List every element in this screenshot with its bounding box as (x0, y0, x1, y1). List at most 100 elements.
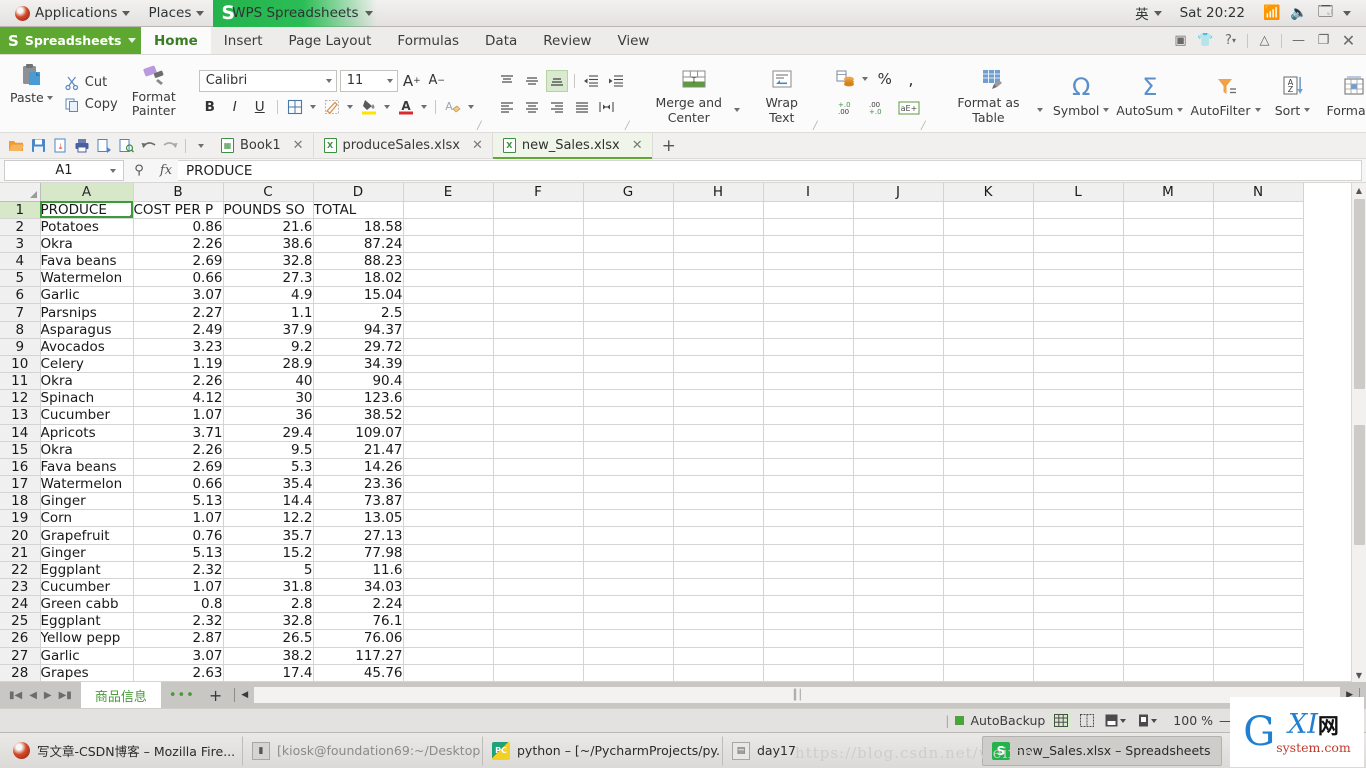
more-number-formats-button[interactable]: aE+ (896, 97, 922, 119)
cell-C3[interactable]: 38.6 (223, 235, 314, 253)
cell-F18[interactable] (493, 492, 584, 511)
doc-tab-new-sales[interactable]: X new_Sales.xlsx ✕ (492, 132, 653, 159)
cell-H27[interactable] (673, 647, 764, 665)
cell-D8[interactable]: 94.37 (313, 321, 404, 339)
cell-K27[interactable] (943, 647, 1034, 665)
cell-I3[interactable] (763, 235, 854, 253)
cell-B22[interactable]: 2.32 (133, 561, 224, 579)
cell-M22[interactable] (1123, 561, 1214, 579)
print-preview-icon[interactable] (94, 136, 114, 156)
cell-I22[interactable] (763, 561, 854, 579)
cell-M21[interactable] (1123, 544, 1214, 562)
cell-A2[interactable]: Potatoes (40, 218, 134, 236)
cell-K9[interactable] (943, 338, 1034, 356)
row-header-3[interactable]: 3 (0, 235, 41, 253)
cell-C12[interactable]: 30 (223, 389, 314, 408)
close-icon[interactable]: ✕ (632, 138, 643, 153)
cell-H24[interactable] (673, 595, 764, 614)
cell-H12[interactable] (673, 389, 764, 408)
cell-J16[interactable] (853, 458, 944, 477)
cell-G10[interactable] (583, 355, 674, 374)
cell-B20[interactable]: 0.76 (133, 526, 224, 545)
cell-H22[interactable] (673, 561, 764, 579)
col-header-E[interactable]: E (403, 183, 494, 202)
cell-H8[interactable] (673, 321, 764, 339)
row-header-24[interactable]: 24 (0, 595, 41, 614)
cell-G25[interactable] (583, 612, 674, 631)
cell-J24[interactable] (853, 595, 944, 614)
row-header-11[interactable]: 11 (0, 372, 41, 391)
cell-J15[interactable] (853, 441, 944, 459)
align-center-button[interactable] (521, 96, 543, 118)
cell-B25[interactable]: 2.32 (133, 612, 224, 631)
zoom-out-button[interactable]: — (1219, 713, 1232, 728)
cell-H11[interactable] (673, 372, 764, 391)
cell-M26[interactable] (1123, 629, 1214, 648)
cell-I25[interactable] (763, 612, 854, 631)
cell-E8[interactable] (403, 321, 494, 339)
cell-N13[interactable] (1213, 406, 1304, 425)
cell-E23[interactable] (403, 578, 494, 597)
cell-G14[interactable] (583, 424, 674, 442)
cell-H26[interactable] (673, 629, 764, 648)
cell-I18[interactable] (763, 492, 854, 511)
cell-B10[interactable]: 1.19 (133, 355, 224, 374)
cell-N6[interactable] (1213, 286, 1304, 305)
cell-E26[interactable] (403, 629, 494, 648)
cell-E16[interactable] (403, 458, 494, 477)
cell-J8[interactable] (853, 321, 944, 339)
cell-A19[interactable]: Corn (40, 509, 134, 528)
cell-L1[interactable] (1033, 201, 1124, 219)
cell-K6[interactable] (943, 286, 1034, 305)
shrink-font-button[interactable]: A − (426, 70, 448, 92)
cell-C14[interactable]: 29.4 (223, 424, 314, 442)
cell-F2[interactable] (493, 218, 584, 236)
cell-N11[interactable] (1213, 372, 1304, 391)
cell-G4[interactable] (583, 252, 674, 271)
doc-tab-book1[interactable]: ▦ Book1 ✕ (211, 132, 314, 159)
cell-E25[interactable] (403, 612, 494, 631)
col-header-D[interactable]: D (313, 183, 404, 202)
cell-E7[interactable] (403, 303, 494, 322)
cell-H10[interactable] (673, 355, 764, 374)
cell-G7[interactable] (583, 303, 674, 322)
help-icon[interactable]: ? ▾ (1219, 29, 1242, 53)
cell-I20[interactable] (763, 526, 854, 545)
autosum-button[interactable]: Σ AutoSum (1113, 70, 1186, 118)
row-header-22[interactable]: 22 (0, 561, 41, 579)
borders-button[interactable] (284, 96, 306, 118)
cell-C16[interactable]: 5.3 (223, 458, 314, 477)
cell-H9[interactable] (673, 338, 764, 356)
align-right-button[interactable] (546, 96, 568, 118)
cell-B24[interactable]: 0.8 (133, 595, 224, 614)
tshirt-skin-icon[interactable]: 👕 (1194, 29, 1217, 53)
cell-G2[interactable] (583, 218, 674, 236)
cell-D15[interactable]: 21.47 (313, 441, 404, 459)
copy-button[interactable]: Copy (59, 94, 123, 116)
customize-caret-icon[interactable] (191, 136, 211, 156)
vscroll-track[interactable] (1351, 197, 1366, 668)
cell-E28[interactable] (403, 664, 494, 682)
cell-E27[interactable] (403, 647, 494, 665)
cell-F6[interactable] (493, 286, 584, 305)
cell-L20[interactable] (1033, 526, 1124, 545)
cell-J1[interactable] (853, 201, 944, 219)
cell-C11[interactable]: 40 (223, 372, 314, 391)
cell-H5[interactable] (673, 269, 764, 288)
cell-G12[interactable] (583, 389, 674, 408)
cell-L6[interactable] (1033, 286, 1124, 305)
cell-M2[interactable] (1123, 218, 1214, 236)
merge-group-expander[interactable]: ╱ (813, 121, 818, 130)
cell-M15[interactable] (1123, 441, 1214, 459)
cell-D3[interactable]: 87.24 (313, 235, 404, 253)
cell-M4[interactable] (1123, 252, 1214, 271)
cell-N12[interactable] (1213, 389, 1304, 408)
horizontal-scrollbar[interactable]: ║│ (254, 687, 1341, 703)
cell-F15[interactable] (493, 441, 584, 459)
cell-B26[interactable]: 2.87 (133, 629, 224, 648)
applications-menu[interactable]: Applications (6, 0, 139, 27)
cell-K5[interactable] (943, 269, 1034, 288)
cell-D5[interactable]: 18.02 (313, 269, 404, 288)
cell-F20[interactable] (493, 526, 584, 545)
tab-review[interactable]: Review (530, 27, 604, 54)
